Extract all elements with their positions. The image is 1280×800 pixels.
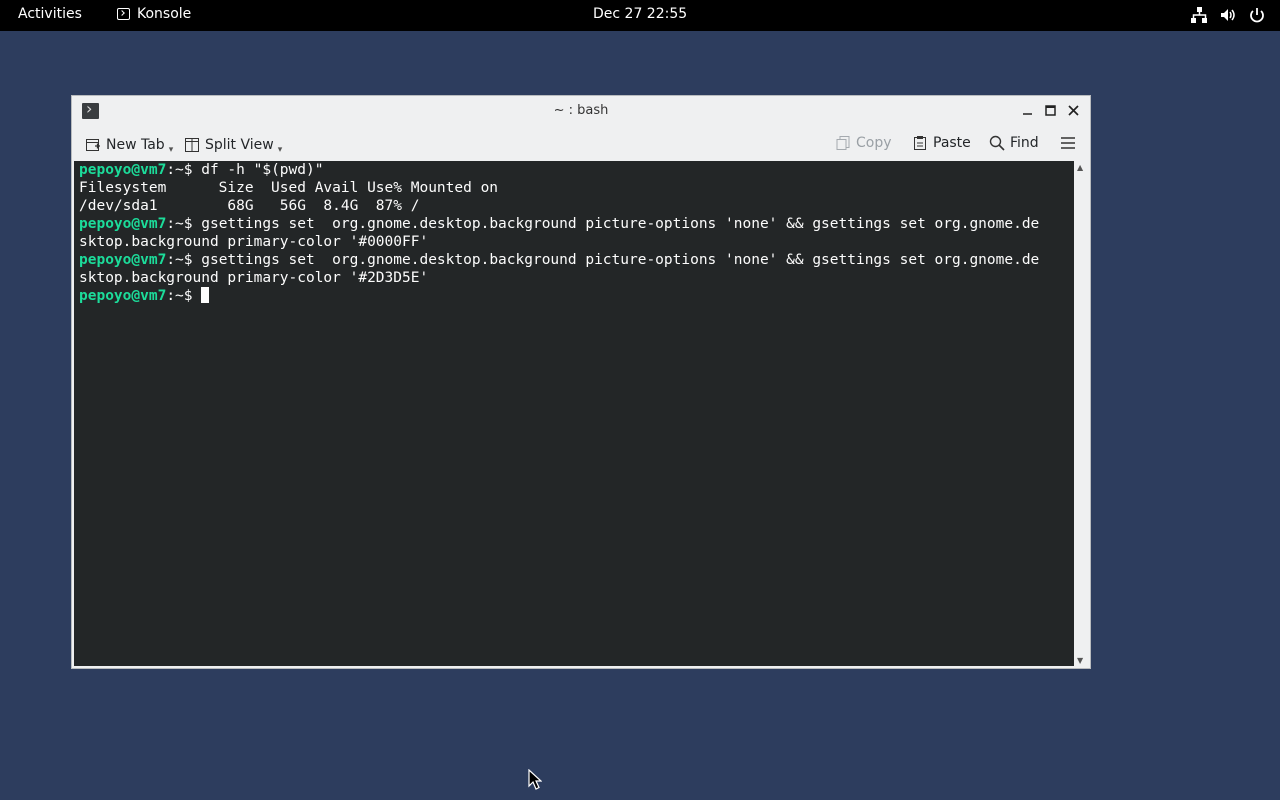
split-view-label: Split View bbox=[205, 137, 274, 153]
new-tab-label: New Tab bbox=[106, 137, 165, 153]
terminal-view[interactable]: pepoyo@vm7:~$ df -h "$(pwd)" Filesystem S… bbox=[74, 161, 1076, 666]
copy-button[interactable]: Copy bbox=[835, 135, 892, 151]
chevron-down-icon[interactable]: ▾ bbox=[278, 145, 283, 155]
app-menu[interactable]: Konsole bbox=[117, 6, 191, 22]
system-tray[interactable] bbox=[1190, 6, 1266, 24]
terminal-line: /dev/sda1 68G 56G 8.4G 87% / bbox=[79, 198, 420, 214]
text-cursor bbox=[201, 287, 210, 303]
terminal-line: pepoyo@vm7:~$ gsettings set org.gnome.de… bbox=[79, 251, 1076, 269]
find-label: Find bbox=[1010, 135, 1039, 151]
terminal-line: pepoyo@vm7:~$ df -h "$(pwd)" bbox=[79, 161, 1076, 179]
copy-label: Copy bbox=[856, 135, 892, 151]
paste-button[interactable]: Paste bbox=[912, 135, 971, 151]
terminal-icon bbox=[117, 8, 130, 20]
copy-icon bbox=[835, 135, 851, 151]
minimize-button[interactable] bbox=[1021, 102, 1034, 115]
terminal-line: sktop.background primary-color '#2D3D5E' bbox=[79, 270, 429, 286]
prompt-path: :~$ bbox=[166, 162, 202, 178]
terminal-line: Filesystem Size Used Avail Use% Mounted … bbox=[79, 180, 499, 196]
scroll-down-icon[interactable]: ▼ bbox=[1077, 656, 1083, 665]
terminal-line: sktop.background primary-color '#0000FF' bbox=[79, 234, 429, 250]
hamburger-menu-button[interactable] bbox=[1060, 135, 1081, 151]
window-titlebar[interactable]: ~ : bash bbox=[72, 96, 1090, 126]
menu-icon bbox=[1060, 135, 1076, 151]
konsole-window: ~ : bash New Tab ▾ Split View bbox=[71, 95, 1091, 669]
terminal-line: pepoyo@vm7:~$ gsettings set org.gnome.de… bbox=[79, 215, 1076, 233]
new-tab-icon bbox=[85, 137, 101, 153]
terminal-line: pepoyo@vm7:~$ bbox=[79, 287, 1076, 305]
paste-label: Paste bbox=[933, 135, 971, 151]
power-icon[interactable] bbox=[1248, 6, 1266, 24]
command-text: gsettings set org.gnome.desktop.backgrou… bbox=[201, 252, 1040, 268]
new-tab-button[interactable]: New Tab ▾ bbox=[85, 135, 173, 155]
clock[interactable]: Dec 27 22:55 bbox=[593, 6, 687, 22]
toolbar: New Tab ▾ Split View ▾ Copy Paste Find bbox=[72, 128, 1090, 160]
find-button[interactable]: Find bbox=[989, 135, 1039, 151]
terminal-scrollbar[interactable]: ▲ ▼ bbox=[1074, 161, 1089, 667]
command-text: df -h "$(pwd)" bbox=[201, 162, 324, 178]
prompt-user: pepoyo@vm7 bbox=[79, 288, 167, 304]
mouse-pointer-icon bbox=[528, 769, 542, 790]
maximize-button[interactable] bbox=[1044, 102, 1057, 116]
prompt-path: :~$ bbox=[166, 288, 202, 304]
window-title: ~ : bash bbox=[553, 103, 609, 118]
split-view-button[interactable]: Split View ▾ bbox=[184, 135, 282, 155]
network-icon[interactable] bbox=[1190, 6, 1208, 24]
chevron-down-icon[interactable]: ▾ bbox=[169, 145, 174, 155]
activities-button[interactable]: Activities bbox=[18, 6, 82, 22]
command-text: gsettings set org.gnome.desktop.backgrou… bbox=[201, 216, 1040, 232]
scroll-up-icon[interactable]: ▲ bbox=[1077, 163, 1083, 172]
top-bar: Activities Konsole Dec 27 22:55 bbox=[0, 0, 1280, 31]
prompt-path: :~$ bbox=[166, 216, 202, 232]
prompt-user: pepoyo@vm7 bbox=[79, 162, 167, 178]
volume-icon[interactable] bbox=[1219, 6, 1237, 24]
split-view-icon bbox=[184, 137, 200, 153]
prompt-user: pepoyo@vm7 bbox=[79, 216, 167, 232]
app-menu-label: Konsole bbox=[137, 6, 192, 22]
search-icon bbox=[989, 135, 1005, 151]
paste-icon bbox=[912, 135, 928, 151]
prompt-path: :~$ bbox=[166, 252, 202, 268]
close-button[interactable] bbox=[1067, 102, 1080, 116]
prompt-user: pepoyo@vm7 bbox=[79, 252, 167, 268]
